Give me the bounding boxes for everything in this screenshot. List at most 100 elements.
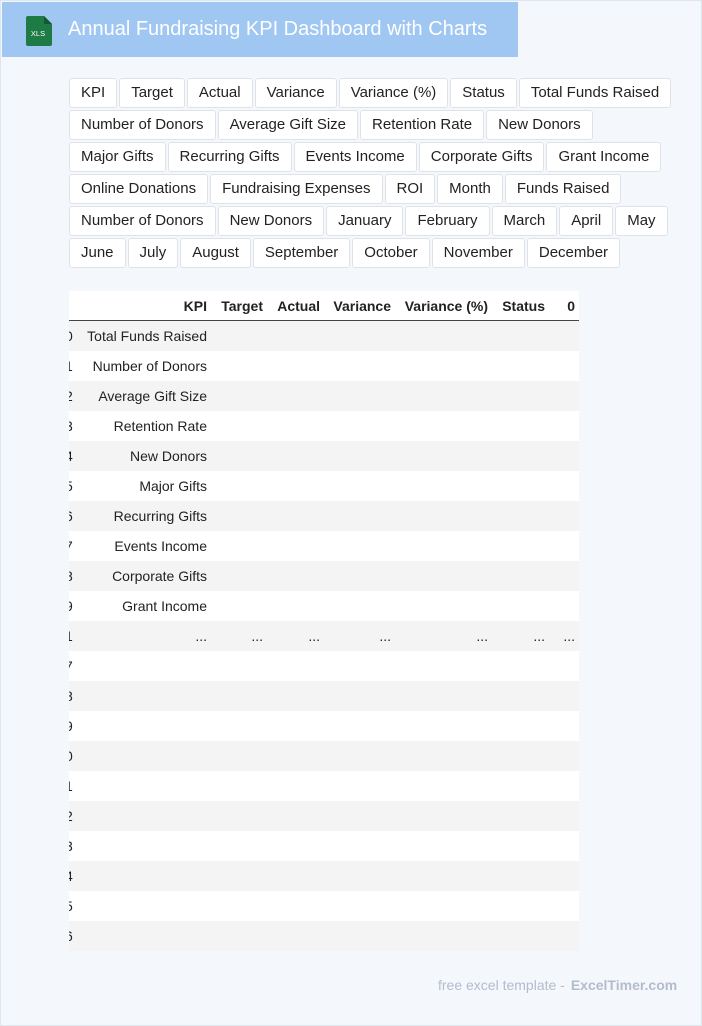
column-tag[interactable]: New Donors bbox=[217, 206, 325, 236]
column-tag[interactable]: Corporate Gifts bbox=[418, 142, 545, 172]
row-index: 1 bbox=[69, 351, 81, 381]
row-index-label: 9 bbox=[69, 598, 73, 614]
column-tag[interactable]: Average Gift Size bbox=[217, 110, 359, 140]
row-index-label: 6 bbox=[69, 508, 73, 524]
table-cell bbox=[267, 320, 324, 351]
table-cell bbox=[395, 320, 492, 351]
row-index: 2 bbox=[69, 801, 81, 831]
footer-text: free excel template - bbox=[438, 977, 565, 993]
column-tag[interactable]: Actual bbox=[186, 78, 253, 108]
column-tag[interactable]: June bbox=[69, 238, 126, 268]
table-cell: Grant Income bbox=[81, 591, 211, 621]
table-cell bbox=[492, 471, 549, 501]
table-cell bbox=[549, 891, 579, 921]
column-tag[interactable]: April bbox=[559, 206, 614, 236]
column-tag[interactable]: Retention Rate bbox=[360, 110, 485, 140]
table-cell bbox=[492, 351, 549, 381]
table-cell bbox=[81, 831, 211, 861]
column-tag[interactable]: Online Donations bbox=[69, 174, 209, 204]
table-cell bbox=[549, 681, 579, 711]
table-row: 4 New Donors bbox=[69, 441, 579, 471]
row-index: 5 bbox=[69, 471, 81, 501]
table-cell bbox=[267, 411, 324, 441]
column-header: Variance (%) bbox=[395, 291, 492, 321]
table-cell bbox=[267, 651, 324, 681]
column-tag[interactable]: February bbox=[405, 206, 490, 236]
table-cell bbox=[395, 891, 492, 921]
table-cell: Corporate Gifts bbox=[81, 561, 211, 591]
table-cell: Major Gifts bbox=[81, 471, 211, 501]
column-tag[interactable]: Number of Donors bbox=[69, 206, 216, 236]
column-tag[interactable]: December bbox=[526, 238, 621, 268]
table-cell bbox=[395, 411, 492, 441]
table-cell bbox=[211, 501, 267, 531]
column-tag[interactable]: September bbox=[252, 238, 351, 268]
row-index-label: 1 bbox=[69, 778, 73, 794]
column-tag[interactable]: August bbox=[180, 238, 251, 268]
table-cell bbox=[324, 471, 395, 501]
row-index-label: 0 bbox=[69, 328, 73, 344]
column-tag[interactable]: KPI bbox=[69, 78, 118, 108]
column-tag[interactable]: May bbox=[615, 206, 668, 236]
table-cell: Recurring Gifts bbox=[81, 501, 211, 531]
column-tag[interactable]: Events Income bbox=[293, 142, 417, 172]
table-cell bbox=[211, 320, 267, 351]
column-tag[interactable]: Recurring Gifts bbox=[167, 142, 292, 172]
table-cell bbox=[395, 531, 492, 561]
column-tag[interactable]: Total Funds Raised bbox=[518, 78, 672, 108]
row-index: 6 bbox=[69, 501, 81, 531]
column-tag[interactable]: November bbox=[431, 238, 525, 268]
table-cell bbox=[549, 741, 579, 771]
table-row: 5 Major Gifts bbox=[69, 471, 579, 501]
table-cell bbox=[395, 921, 492, 951]
row-index-label: 5 bbox=[69, 898, 73, 914]
table-cell bbox=[492, 591, 549, 621]
column-tag[interactable]: Variance (%) bbox=[338, 78, 449, 108]
table-row: 2 bbox=[69, 801, 579, 831]
column-header: Actual bbox=[267, 291, 324, 321]
table-cell bbox=[81, 861, 211, 891]
row-index-label: 4 bbox=[69, 868, 73, 884]
table-cell: ... bbox=[324, 621, 395, 651]
row-index: 6 bbox=[69, 921, 81, 951]
column-tag[interactable]: Fundraising Expenses bbox=[210, 174, 383, 204]
column-tag[interactable]: October bbox=[352, 238, 430, 268]
table-cell bbox=[395, 861, 492, 891]
table-cell bbox=[324, 531, 395, 561]
table-cell bbox=[395, 381, 492, 411]
column-header: Status bbox=[492, 291, 549, 321]
table-row: 1 bbox=[69, 771, 579, 801]
column-tag[interactable]: New Donors bbox=[486, 110, 593, 140]
row-index: 1 bbox=[69, 771, 81, 801]
table-cell bbox=[81, 771, 211, 801]
table-cell bbox=[267, 741, 324, 771]
kpi-table-container: KPI Target Actual Variance Variance (%) Statu… bbox=[69, 291, 579, 951]
table-cell bbox=[492, 441, 549, 471]
column-tag[interactable]: ROI bbox=[384, 174, 436, 204]
column-tag[interactable]: Grant Income bbox=[546, 142, 662, 172]
column-tag[interactable]: July bbox=[127, 238, 179, 268]
row-index-label: 5 bbox=[69, 478, 73, 494]
table-cell bbox=[492, 711, 549, 741]
row-index: 7 bbox=[69, 651, 81, 681]
table-cell bbox=[267, 771, 324, 801]
column-tag[interactable]: January bbox=[326, 206, 404, 236]
table-row: 0 bbox=[69, 741, 579, 771]
column-tag[interactable]: Funds Raised bbox=[504, 174, 622, 204]
table-cell bbox=[211, 711, 267, 741]
table-cell bbox=[211, 921, 267, 951]
column-tag[interactable]: Target bbox=[119, 78, 185, 108]
row-index: 3 bbox=[69, 831, 81, 861]
table-cell bbox=[211, 801, 267, 831]
table-cell bbox=[267, 441, 324, 471]
row-index: 8 bbox=[69, 561, 81, 591]
column-tag[interactable]: March bbox=[491, 206, 558, 236]
table-cell bbox=[324, 741, 395, 771]
column-tag[interactable]: Variance bbox=[254, 78, 337, 108]
column-tag[interactable]: Number of Donors bbox=[69, 110, 216, 140]
table-cell bbox=[267, 531, 324, 561]
column-tag[interactable]: Major Gifts bbox=[69, 142, 166, 172]
column-tag[interactable]: Month bbox=[437, 174, 503, 204]
footer-brand-link[interactable]: ExcelTimer.com bbox=[571, 977, 677, 993]
column-tag[interactable]: Status bbox=[450, 78, 517, 108]
